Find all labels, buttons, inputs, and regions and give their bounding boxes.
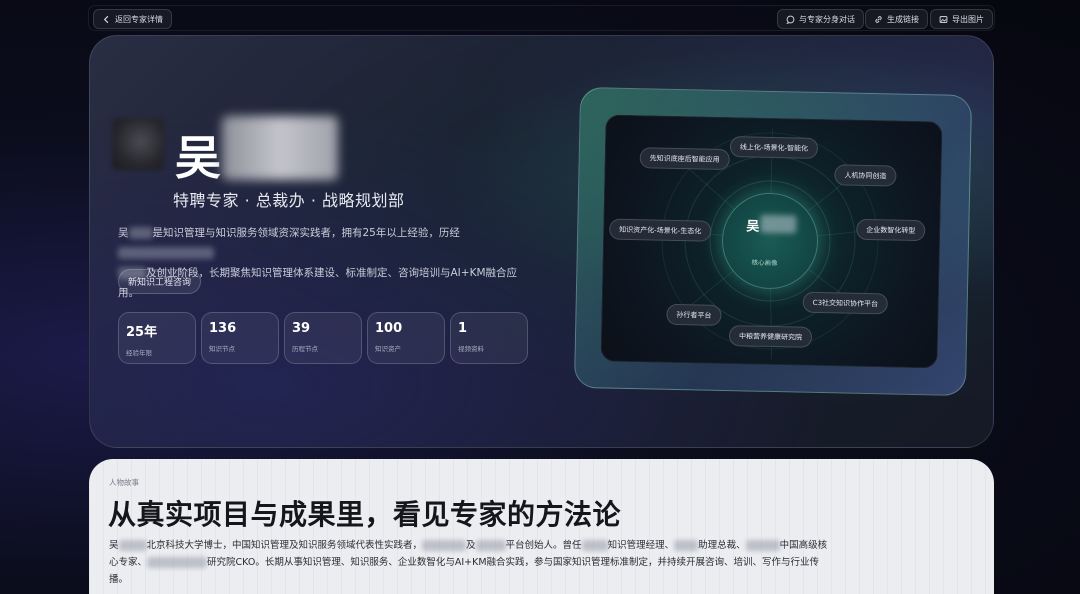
generate-link-button[interactable]: 生成链接 <box>865 9 928 29</box>
story-text: 平台创始人。曾任 <box>505 540 582 551</box>
story-text: 及 <box>466 540 476 551</box>
stat-label: 视频资料 <box>458 345 484 353</box>
export-image-label: 导出图片 <box>952 14 984 24</box>
stat-label: 知识节点 <box>209 345 235 353</box>
portrait-node[interactable]: 线上化-场景化-智能化 <box>729 136 819 159</box>
generate-link-label: 生成链接 <box>887 14 919 24</box>
chat-button-label: 与专家分身对话 <box>799 14 855 24</box>
portrait-node[interactable]: C3社交知识协作平台 <box>802 291 889 315</box>
story-kicker: 人物故事 <box>109 478 139 487</box>
portrait-node[interactable]: 先知识底座后智能应用 <box>639 147 730 171</box>
portrait-graph: 吴 核心画像 线上化-场景化-智能化 先知识底座后智能应用 人机协同创造 知识资… <box>600 114 943 369</box>
stat-value: 100 <box>375 321 403 336</box>
chat-bubble-icon <box>786 15 795 24</box>
expert-surname: 吴 <box>175 131 221 185</box>
back-button[interactable]: 返回专家详情 <box>93 9 172 29</box>
redacted-text <box>581 540 608 551</box>
expert-title: 特聘专家 · 总裁办 · 战略规划部 <box>173 191 405 210</box>
portrait-node[interactable]: 人机协同创造 <box>834 164 897 187</box>
link-icon <box>875 15 882 23</box>
stat-value: 25年 <box>126 325 158 340</box>
expertise-tag[interactable]: 新知识工程咨询 <box>118 269 202 294</box>
avatar <box>112 118 164 170</box>
stat-card: 25年 经验年限 <box>118 312 196 364</box>
stat-value: 136 <box>209 321 237 336</box>
story-text: 助理总裁、 <box>698 540 746 551</box>
expert-hero-card: 吴 特聘专家 · 总裁办 · 战略规划部 吴是知识管理与知识服务领域资深实践者，… <box>89 35 994 448</box>
redacted-text <box>422 540 467 551</box>
summary-surname: 吴 <box>118 227 129 239</box>
core-surname: 吴 <box>746 219 760 235</box>
summary-text-1: 是知识管理与知识服务领域资深实践者，拥有25年以上经验，历经 <box>152 227 460 239</box>
chat-with-expert-button[interactable]: 与专家分身对话 <box>777 9 864 29</box>
stat-label: 经验年限 <box>126 349 152 357</box>
stat-label: 知识资产 <box>375 345 401 353</box>
stat-value: 39 <box>292 321 311 336</box>
story-text: 研究院CKO。长期从事知识管理、知识服务、企业数智化与AI+KM融合实践，参与国… <box>109 557 820 585</box>
back-button-label: 返回专家详情 <box>115 14 163 24</box>
redacted-text <box>745 540 780 551</box>
redacted-text <box>118 540 147 551</box>
top-toolbar: 返回专家详情 与专家分身对话 生成链接 导出图片 <box>88 5 995 31</box>
story-text: 知识管理经理、 <box>607 540 675 551</box>
chevron-left-icon <box>103 15 109 23</box>
redacted-text <box>128 227 153 239</box>
stat-card: 100 知识资产 <box>367 312 445 364</box>
redacted-text <box>118 247 214 259</box>
story-heading: 从真实项目与成果里，看见专家的方法论 <box>108 498 622 531</box>
stat-card: 136 知识节点 <box>201 312 279 364</box>
redacted-name <box>222 116 338 180</box>
stat-card: 1 视频资料 <box>450 312 528 364</box>
redacted-text <box>475 540 506 551</box>
story-section: 人物故事 从真实项目与成果里，看见专家的方法论 吴 北京科技大学博士，中国知识管理… <box>89 459 994 594</box>
story-text: 吴 <box>109 540 119 551</box>
portrait-node[interactable]: 企业数智化转型 <box>856 218 926 242</box>
story-text: 北京科技大学博士，中国知识管理及知识服务领域代表性实践者， <box>146 540 423 551</box>
image-icon <box>939 15 948 23</box>
stat-value: 1 <box>458 321 468 336</box>
stat-label: 历程节点 <box>292 345 318 353</box>
portrait-node[interactable]: 孙行者平台 <box>666 303 722 326</box>
stat-card: 39 历程节点 <box>284 312 362 364</box>
export-image-button[interactable]: 导出图片 <box>930 9 993 29</box>
redacted-text <box>147 557 208 568</box>
core-label: 核心画像 <box>751 258 778 268</box>
redacted-name <box>760 214 797 234</box>
portrait-node[interactable]: 中粮营养健康研究院 <box>728 325 813 348</box>
stats-row: 25年 经验年限 136 知识节点 39 历程节点 100 知识资产 1 视频资… <box>118 312 528 364</box>
story-paragraph: 吴 北京科技大学博士，中国知识管理及知识服务领域代表性实践者， 及 平台创始人。曾任 知… <box>109 537 829 588</box>
redacted-text <box>674 540 699 551</box>
portrait-node[interactable]: 知识资产化-场景化-生态化 <box>609 218 712 242</box>
portrait-frame: 吴 核心画像 线上化-场景化-智能化 先知识底座后智能应用 人机协同创造 知识资… <box>573 86 973 397</box>
